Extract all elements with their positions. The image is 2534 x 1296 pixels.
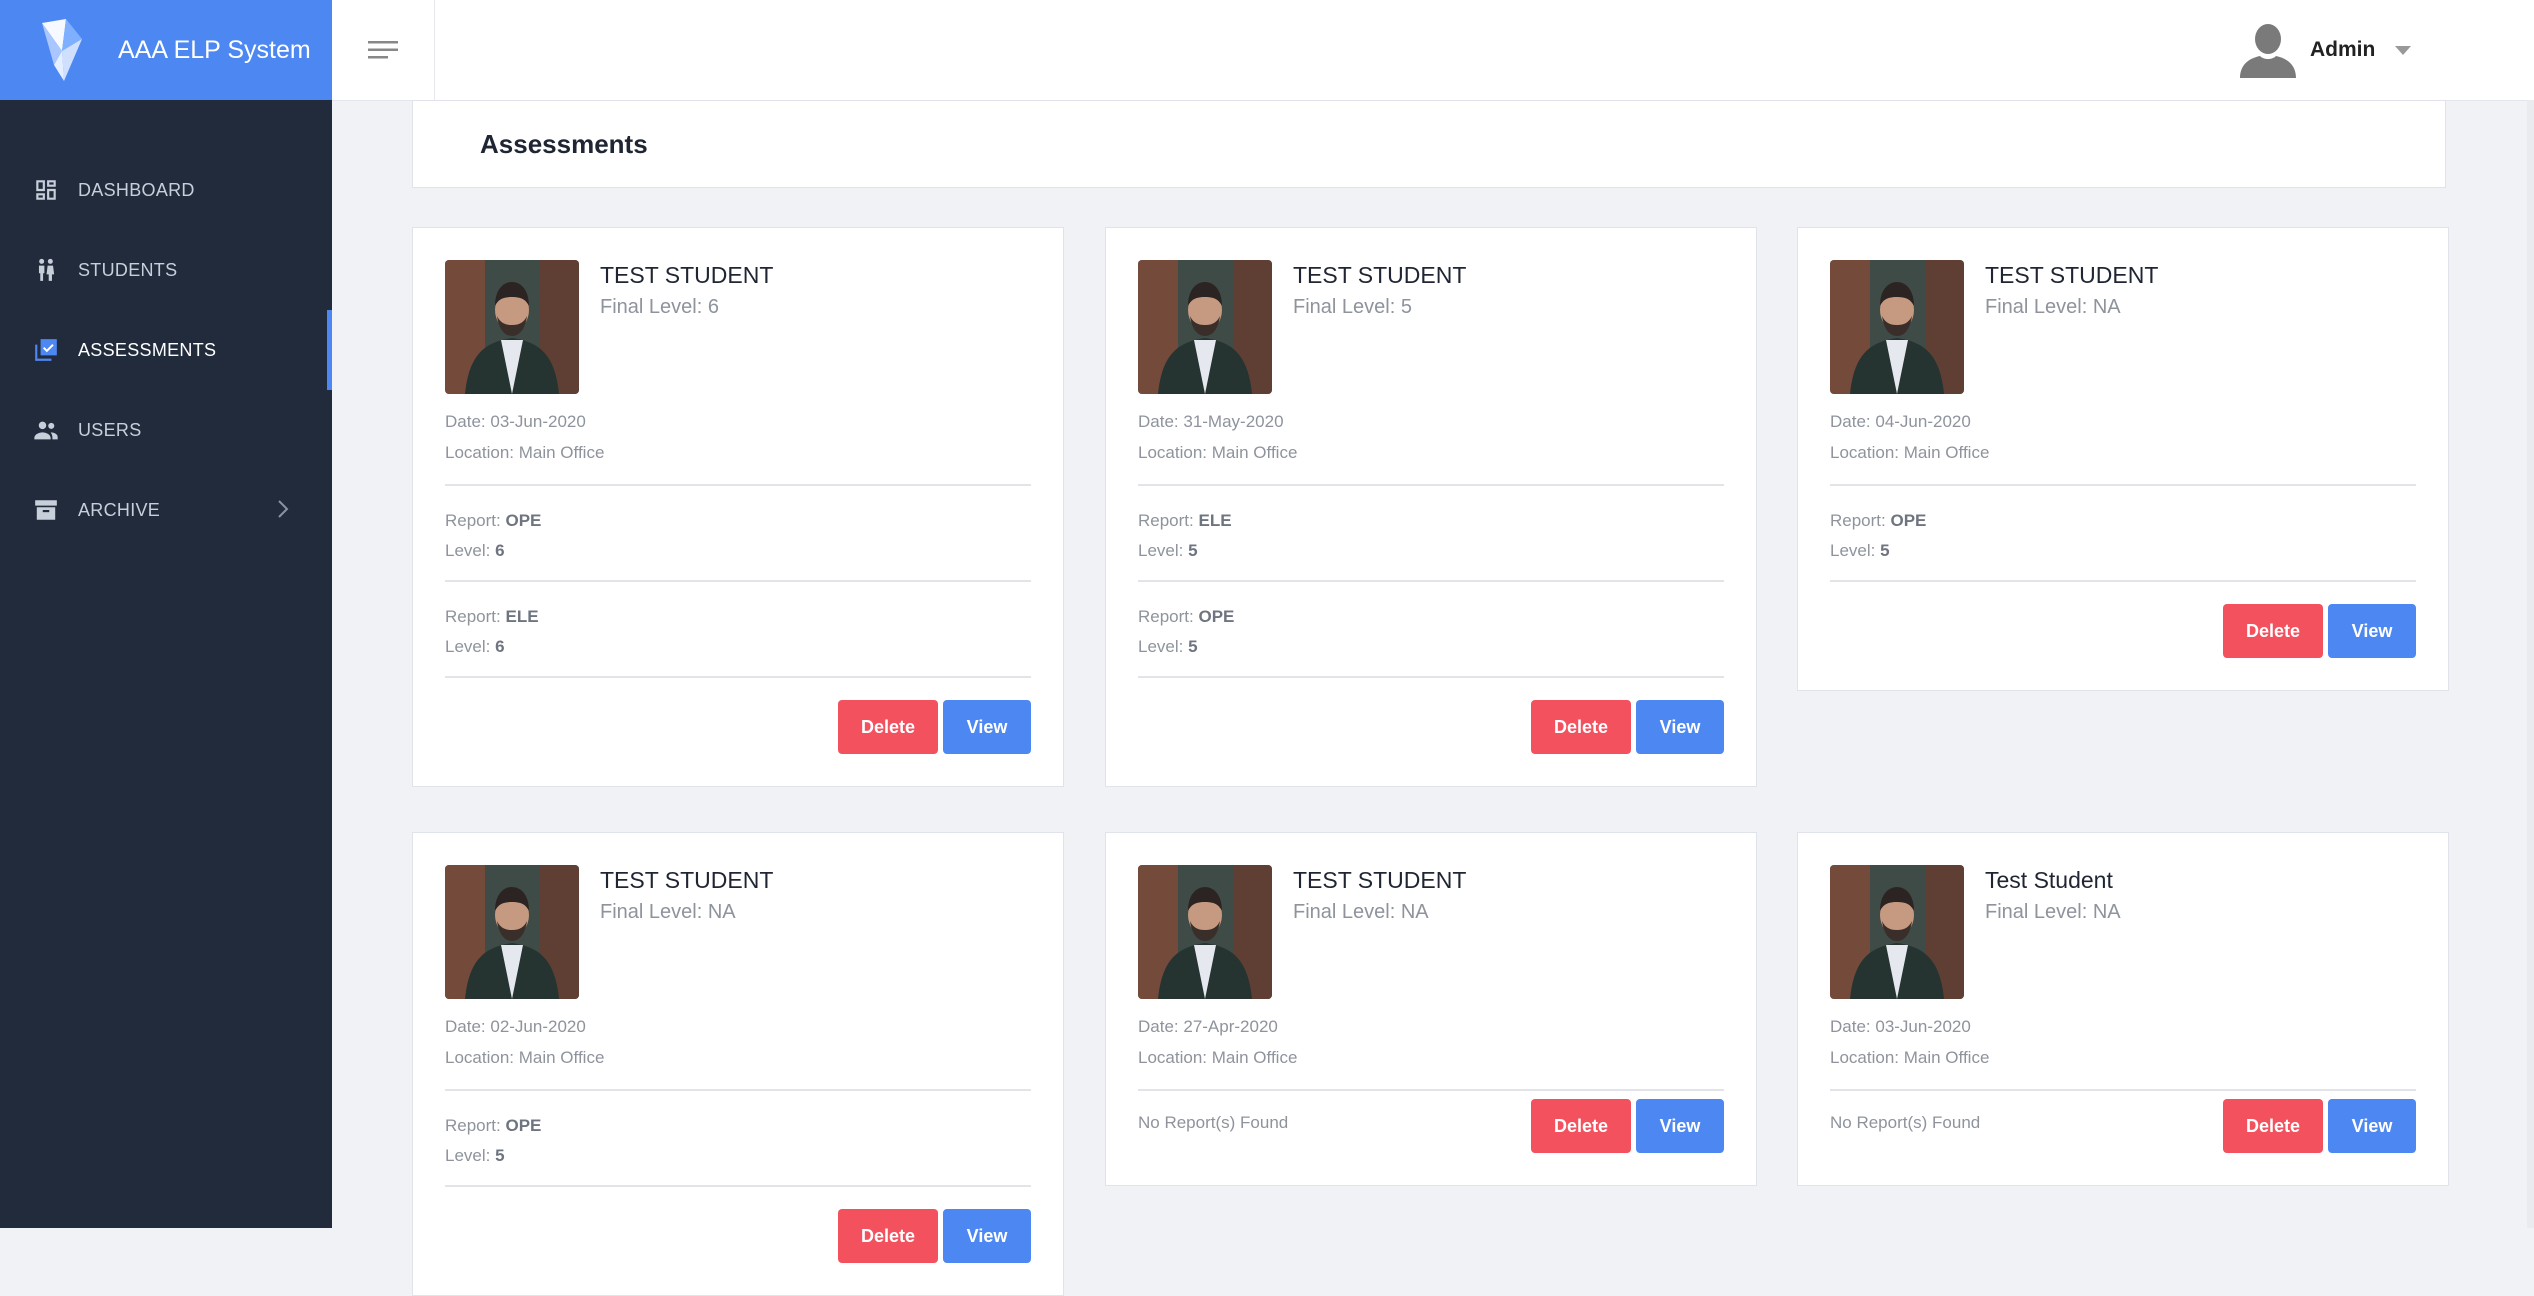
final-level: Final Level: NA — [600, 901, 736, 923]
sidebar-item-label: STUDENTS — [78, 259, 178, 280]
report-entry: Report: ELE Level: 5 — [1138, 511, 1232, 560]
user-avatar-icon — [2240, 24, 2296, 78]
page-title: Assessments — [480, 128, 648, 159]
assessment-date: Date: 04-Jun-2020 — [1830, 412, 1971, 431]
sidebar-item-label: USERS — [78, 419, 142, 440]
student-photo — [1138, 260, 1272, 394]
student-photo — [1830, 865, 1964, 999]
student-name: TEST STUDENT — [1293, 262, 1467, 288]
assessments-icon — [32, 336, 60, 364]
assessment-location: Location: Main Office — [445, 443, 605, 462]
sidebar-nav: DASHBOARD STUDENTS ASSESSMENTS USERS ARC… — [0, 150, 332, 550]
assessment-location: Location: Main Office — [1138, 1048, 1298, 1067]
top-header: Admin — [332, 0, 2534, 101]
view-button[interactable]: View — [2328, 1099, 2416, 1153]
assessment-card: TEST STUDENT Final Level: NA Date: 04-Ju… — [1797, 227, 2449, 691]
sidebar-item-label: DASHBOARD — [78, 179, 195, 200]
assessment-location: Location: Main Office — [1830, 1048, 1990, 1067]
sidebar-item-dashboard[interactable]: DASHBOARD — [0, 150, 332, 230]
final-level: Final Level: NA — [1985, 296, 2121, 318]
dashboard-icon — [32, 176, 60, 204]
view-button[interactable]: View — [943, 1209, 1031, 1263]
sidebar-item-label: ARCHIVE — [78, 499, 161, 520]
report-entry: Report: ELE Level: 6 — [445, 607, 539, 656]
assessment-card: TEST STUDENT Final Level: NA Date: 02-Ju… — [412, 832, 1064, 1296]
sidebar-item-students[interactable]: STUDENTS — [0, 230, 332, 310]
delete-button[interactable]: Delete — [838, 700, 938, 754]
view-button[interactable]: View — [1636, 1099, 1724, 1153]
delete-button[interactable]: Delete — [1531, 700, 1631, 754]
hamburger-icon — [368, 41, 398, 59]
student-name: TEST STUDENT — [1985, 262, 2159, 288]
student-photo — [1830, 260, 1964, 394]
delete-button[interactable]: Delete — [838, 1209, 938, 1263]
page-title-bar: Assessments — [412, 100, 2446, 188]
delete-button[interactable]: Delete — [1531, 1099, 1631, 1153]
assessment-meta: Date: 02-Jun-2020 Location: Main Office — [445, 1011, 1031, 1073]
sidebar: AAA ELP System DASHBOARD STUDENTS ASSESS… — [0, 0, 332, 1228]
report-entry: Report: OPE Level: 5 — [1138, 607, 1235, 656]
assessment-date: Date: 03-Jun-2020 — [445, 412, 586, 431]
delete-button[interactable]: Delete — [2223, 604, 2323, 658]
brand[interactable]: AAA ELP System — [0, 0, 332, 100]
assessment-date: Date: 03-Jun-2020 — [1830, 1017, 1971, 1036]
report-entry: Report: OPE Level: 6 — [445, 511, 542, 560]
archive-icon — [32, 496, 60, 524]
assessment-location: Location: Main Office — [445, 1048, 605, 1067]
final-level: Final Level: 5 — [1293, 296, 1412, 318]
assessment-card: TEST STUDENT Final Level: NA Date: 27-Ap… — [1105, 832, 1757, 1186]
final-level: Final Level: 6 — [600, 296, 719, 318]
report-entry: Report: OPE Level: 5 — [1830, 511, 1927, 560]
student-photo — [1138, 865, 1272, 999]
delete-button[interactable]: Delete — [2223, 1099, 2323, 1153]
student-photo — [445, 260, 579, 394]
assessment-meta: Date: 31-May-2020 Location: Main Office — [1138, 406, 1724, 468]
assessment-meta: Date: 27-Apr-2020 Location: Main Office — [1138, 1011, 1724, 1073]
assessment-meta: Date: 03-Jun-2020 Location: Main Office — [445, 406, 1031, 468]
assessment-meta: Date: 04-Jun-2020 Location: Main Office — [1830, 406, 2416, 468]
final-level: Final Level: NA — [1985, 901, 2121, 923]
student-photo — [445, 865, 579, 999]
report-entry: Report: OPE Level: 5 — [445, 1116, 542, 1165]
view-button[interactable]: View — [1636, 700, 1724, 754]
student-name: TEST STUDENT — [600, 262, 774, 288]
assessment-card: Test Student Final Level: NA Date: 03-Ju… — [1797, 832, 2449, 1186]
assessment-card: TEST STUDENT Final Level: 6 Date: 03-Jun… — [412, 227, 1064, 787]
assessment-location: Location: Main Office — [1138, 443, 1298, 462]
view-button[interactable]: View — [2328, 604, 2416, 658]
assessment-meta: Date: 03-Jun-2020 Location: Main Office — [1830, 1011, 2416, 1073]
chevron-right-icon[interactable] — [276, 498, 290, 525]
user-menu[interactable]: Admin — [2238, 22, 2412, 78]
users-icon — [32, 416, 60, 444]
app-logo-icon — [42, 19, 82, 81]
assessment-date: Date: 31-May-2020 — [1138, 412, 1284, 431]
student-name: TEST STUDENT — [1293, 867, 1467, 893]
app-name: AAA ELP System — [118, 35, 311, 64]
student-name: TEST STUDENT — [600, 867, 774, 893]
sidebar-item-users[interactable]: USERS — [0, 390, 332, 470]
assessment-location: Location: Main Office — [1830, 443, 1990, 462]
sidebar-item-label: ASSESSMENTS — [78, 339, 217, 360]
caret-down-icon[interactable] — [2395, 45, 2412, 55]
sidebar-item-archive[interactable]: ARCHIVE — [0, 470, 332, 550]
student-name: Test Student — [1985, 867, 2113, 893]
menu-toggle-button[interactable] — [332, 0, 435, 100]
students-icon — [32, 256, 60, 284]
sidebar-item-assessments[interactable]: ASSESSMENTS — [0, 310, 332, 390]
assessment-card: TEST STUDENT Final Level: 5 Date: 31-May… — [1105, 227, 1757, 787]
final-level: Final Level: NA — [1293, 901, 1429, 923]
page-scrollbar[interactable] — [2527, 100, 2534, 1228]
assessment-date: Date: 27-Apr-2020 — [1138, 1017, 1278, 1036]
user-name: Admin — [2310, 38, 2376, 61]
assessment-date: Date: 02-Jun-2020 — [445, 1017, 586, 1036]
view-button[interactable]: View — [943, 700, 1031, 754]
